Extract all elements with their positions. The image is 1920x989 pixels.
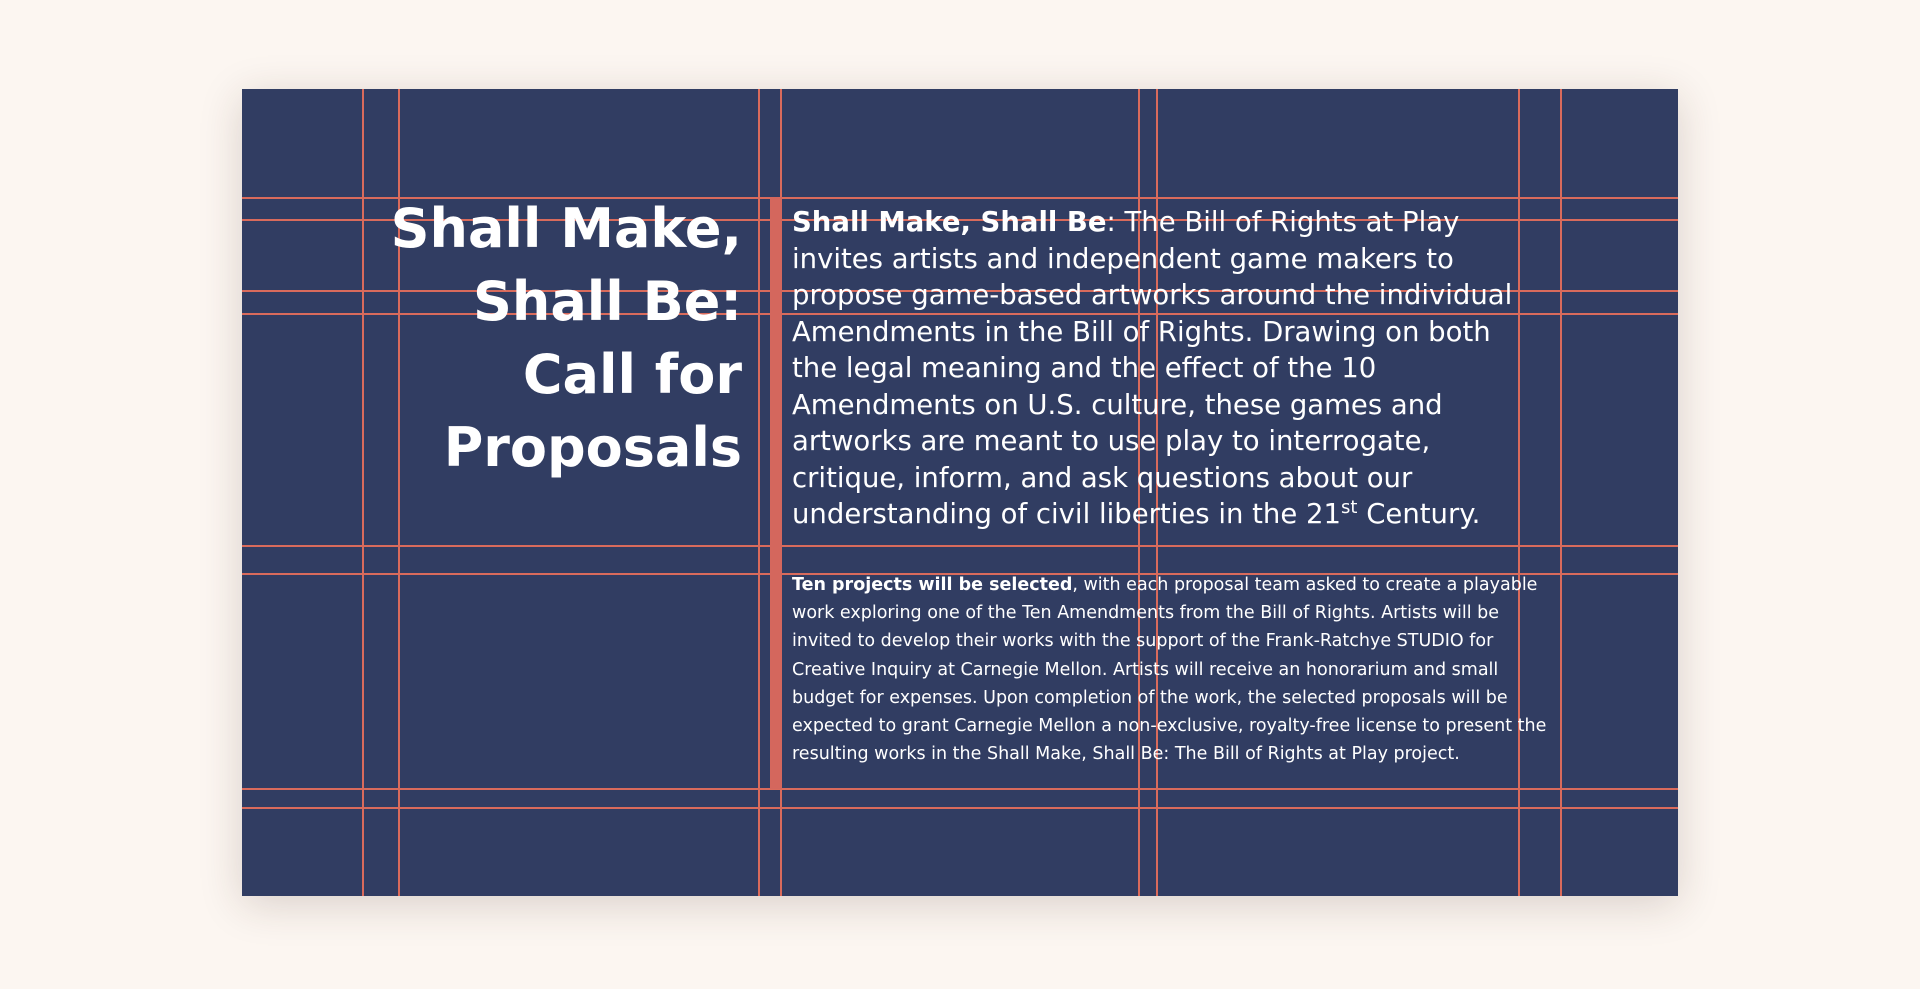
intro-lead: Shall Make, Shall Be	[792, 206, 1107, 238]
title-line: Shall Make,	[390, 197, 742, 260]
title-line: Call for	[522, 342, 742, 406]
details-paragraph: Ten projects will be selected, with each…	[792, 571, 1552, 768]
grid-guide-horizontal	[242, 807, 1678, 809]
grid-guide-horizontal	[242, 788, 1678, 790]
grid-guide-vertical	[1560, 89, 1562, 896]
grid-guide-horizontal	[242, 545, 1678, 547]
details-body: , with each proposal team asked to creat…	[792, 575, 1547, 765]
intro-superscript: st	[1341, 496, 1358, 518]
title-line: Shall Be:	[473, 269, 742, 333]
page-title: Shall Make, Shall Be: Call for Proposals	[322, 193, 742, 485]
intro-paragraph: Shall Make, Shall Be: The Bill of Rights…	[792, 204, 1542, 533]
intro-tail: Century.	[1357, 498, 1481, 530]
grid-guide-vertical	[758, 89, 760, 896]
title-line: Proposals	[443, 415, 742, 479]
intro-body: : The Bill of Rights at Play invites art…	[792, 206, 1513, 530]
poster-card: Shall Make, Shall Be: Call for Proposals…	[242, 89, 1678, 896]
accent-bar	[770, 197, 782, 789]
details-lead: Ten projects will be selected	[792, 575, 1073, 595]
